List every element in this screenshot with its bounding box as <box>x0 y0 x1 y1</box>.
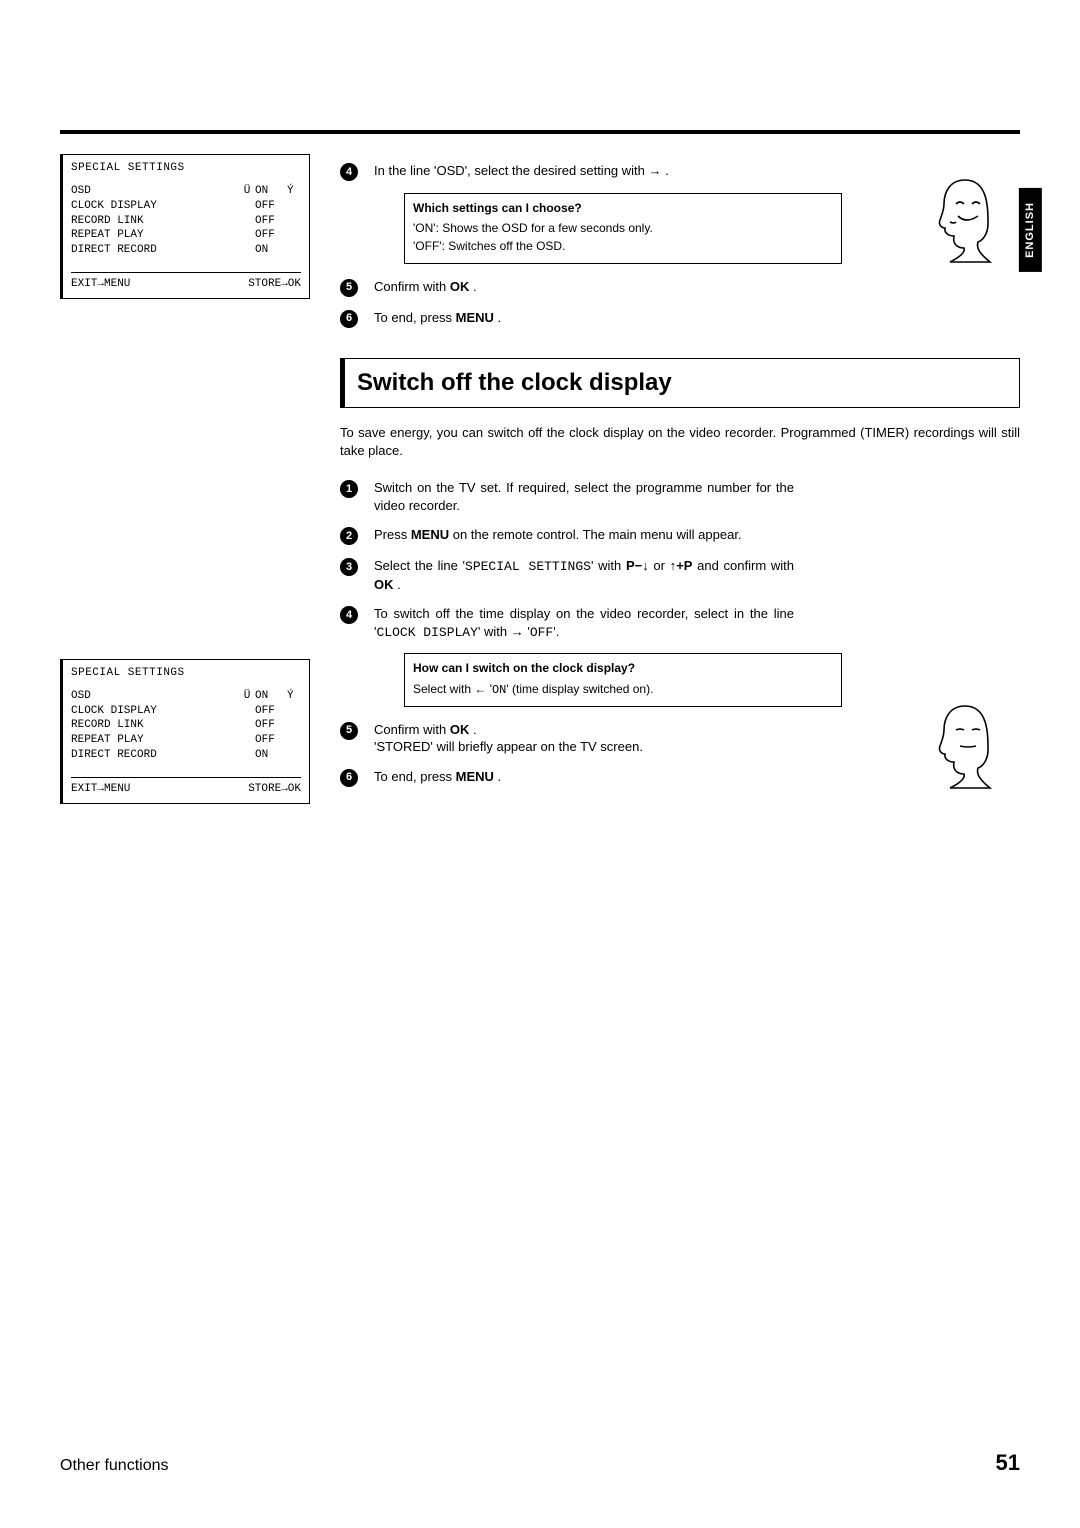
heading-text: Switch off the clock display <box>357 367 1007 399</box>
footer-section: Other functions <box>60 1455 169 1477</box>
face-icon <box>930 174 1000 264</box>
step-number-badge: 2 <box>340 527 358 545</box>
osd-row: DIRECT RECORDON <box>71 243 301 258</box>
callout-title: How can I switch on the clock display? <box>413 660 833 676</box>
osd-footer: EXIT→MENUSTORE→OK <box>71 277 301 292</box>
footer-page-number: 51 <box>996 1448 1020 1478</box>
face-icon <box>930 700 1000 790</box>
step-number-badge: 5 <box>340 279 358 297</box>
page-footer: Other functions 51 <box>60 1448 1020 1478</box>
step-number-badge: 5 <box>340 722 358 740</box>
callout-line: 'ON': Shows the OSD for a few seconds on… <box>413 220 833 236</box>
step-text: Confirm with OK .'STORED' will briefly a… <box>374 721 794 756</box>
step-number-badge: 4 <box>340 163 358 181</box>
osd-row: CLOCK DISPLAYOFF <box>71 704 301 719</box>
callout-line: 'OFF': Switches off the OSD. <box>413 238 833 254</box>
step-number-badge: 6 <box>340 769 358 787</box>
osd-row: CLOCK DISPLAYOFF <box>71 199 301 214</box>
step-text: Select the line 'SPECIAL SETTINGS' with … <box>374 557 794 593</box>
osd-row: REPEAT PLAYOFF <box>71 228 301 243</box>
callout-line: Select with ← 'ON' (time display switche… <box>413 681 833 698</box>
step: 6 To end, press MENU . <box>340 768 1020 787</box>
callout-title: Which settings can I choose? <box>413 200 833 216</box>
osd-row: REPEAT PLAYOFF <box>71 733 301 748</box>
illustration-face-1 <box>930 174 1000 269</box>
osd-row: RECORD LINKOFF <box>71 214 301 229</box>
page: ENGLISH SPECIAL SETTINGS OSDÜONÝ CLOCK D… <box>0 0 1080 1528</box>
step-text: To end, press MENU . <box>374 768 794 786</box>
step-number-badge: 3 <box>340 558 358 576</box>
step: 3 Select the line 'SPECIAL SETTINGS' wit… <box>340 557 1020 593</box>
intro-paragraph: To save energy, you can switch off the c… <box>340 424 1020 459</box>
step-text: Switch on the TV set. If required, selec… <box>374 479 794 514</box>
osd-row: OSDÜONÝ <box>71 689 301 704</box>
language-tab: ENGLISH <box>1019 188 1042 272</box>
step: 6 To end, press MENU . <box>340 309 1020 328</box>
osd-title: SPECIAL SETTINGS <box>71 161 301 176</box>
step: 4 To switch off the time display on the … <box>340 605 1020 641</box>
step-text: To switch off the time display on the vi… <box>374 605 794 641</box>
step-text: To end, press MENU . <box>374 309 794 327</box>
step-number-badge: 1 <box>340 480 358 498</box>
step: 5 Confirm with OK .'STORED' will briefly… <box>340 721 1020 756</box>
top-rule <box>60 130 1020 134</box>
step: 2 Press MENU on the remote control. The … <box>340 526 1020 545</box>
step-number-badge: 4 <box>340 606 358 624</box>
step-number-badge: 6 <box>340 310 358 328</box>
callout-clock: How can I switch on the clock display? S… <box>404 653 842 706</box>
step-text: Confirm with OK . <box>374 278 794 296</box>
step-text: In the line 'OSD', select the desired se… <box>374 162 794 180</box>
step: 1 Switch on the TV set. If required, sel… <box>340 479 1020 514</box>
section-heading: Switch off the clock display <box>340 358 1020 408</box>
osd-row: RECORD LINKOFF <box>71 718 301 733</box>
osd-title: SPECIAL SETTINGS <box>71 666 301 681</box>
illustration-face-2 <box>930 700 1000 795</box>
osd-footer: EXIT→MENUSTORE→OK <box>71 782 301 797</box>
step: 5 Confirm with OK . <box>340 278 1020 297</box>
osd-panel-1: SPECIAL SETTINGS OSDÜONÝ CLOCK DISPLAYOF… <box>60 154 310 299</box>
osd-panel-2: SPECIAL SETTINGS OSDÜONÝ CLOCK DISPLAYOF… <box>60 659 310 804</box>
osd-row: DIRECT RECORDON <box>71 748 301 763</box>
callout-settings: Which settings can I choose? 'ON': Shows… <box>404 193 842 264</box>
step-text: Press MENU on the remote control. The ma… <box>374 526 794 544</box>
step: 4 In the line 'OSD', select the desired … <box>340 162 1020 181</box>
osd-row: OSDÜONÝ <box>71 184 301 199</box>
